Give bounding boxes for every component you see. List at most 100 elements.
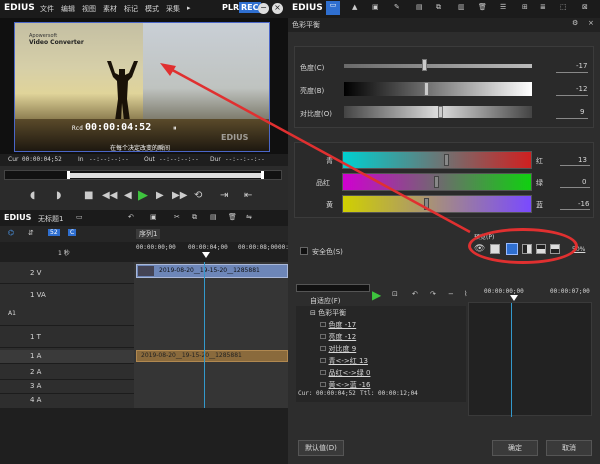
dialog-close-icon[interactable]: × [588,19,594,27]
close-icon[interactable]: × [272,3,283,14]
set-out-icon[interactable]: ◗ [56,190,61,201]
fx-icon[interactable]: ✎ [394,3,400,11]
settings-icon[interactable]: ⚙ [572,19,578,27]
kf-playhead-marker[interactable] [510,295,518,301]
kf-tree-contrast[interactable]: ☐ 对比度 9 [320,344,356,354]
kf-graph-icon[interactable]: ⌇ [464,290,467,298]
kf-tree-root[interactable]: ⊟ 色彩平衡 [310,308,346,318]
brightness-track[interactable] [344,82,532,96]
stop-icon[interactable]: ■ [84,190,93,201]
scrub-handle-left[interactable] [67,171,70,179]
track-2v[interactable]: 2 V [0,264,134,284]
open-folder-icon[interactable]: ▭ [76,213,83,221]
minimize-icon[interactable]: − [258,3,269,14]
delete-icon[interactable]: 🗑 [228,213,237,221]
scale-label[interactable]: 1 秒 [58,248,70,257]
tag-icon[interactable]: ⬚ [560,3,567,11]
ruler-playhead-marker[interactable] [202,252,210,258]
paste-icon[interactable]: ▤ [210,213,217,221]
set-in-icon[interactable]: ◖ [30,190,35,201]
yellow-blue-value[interactable]: -16 [578,200,589,208]
safe-color-label[interactable]: 安全色(S) [312,247,343,257]
list-view-icon[interactable]: ≣ [540,3,546,11]
kf-graph-area[interactable] [468,302,592,417]
yellow-blue-track[interactable] [342,195,532,213]
track-1va[interactable]: 1 VA A1 [0,286,134,326]
mode-52-button[interactable]: 52 [48,229,60,236]
menu-marker[interactable]: 标记 [124,4,138,14]
kf-tree-yellow-blue[interactable]: ☐ 黄<->蓝 -16 [320,380,370,390]
menu-more[interactable]: ▸ [187,4,191,14]
kf-play-icon[interactable]: ▶ [372,288,381,302]
paste-bin-icon[interactable]: ▥ [458,3,465,11]
menu-close-icon[interactable]: ⊠ [582,3,588,11]
sequence-tab[interactable]: 序列1 [136,229,161,239]
kf-tree-magenta-green[interactable]: ☐ 品红<->绿 0 [320,368,370,378]
folder-icon[interactable]: ▭ [326,1,340,15]
safe-color-checkbox[interactable] [300,247,308,255]
loop-icon[interactable]: ⟲ [194,190,202,201]
ripple-icon[interactable]: ⇋ [246,213,252,221]
kf-tree-chroma[interactable]: ☐ 色度 -17 [320,320,356,330]
menu-view[interactable]: 视图 [82,4,96,14]
properties-icon[interactable]: ☰ [500,3,506,11]
brightness-value[interactable]: -12 [576,85,587,93]
overwrite-icon[interactable]: ⇤ [244,190,252,201]
cyan-red-track[interactable] [342,151,532,169]
fast-forward-icon[interactable]: ▶▶ [172,190,187,201]
step-forward-icon[interactable]: ▶ [156,190,164,201]
default-button[interactable]: 默认值(D) [298,440,344,456]
brightness-thumb[interactable] [424,82,429,96]
track-1t[interactable]: 1 T [0,328,134,348]
keyframe-scroll[interactable] [296,284,370,292]
video-clip[interactable]: 2019-08-20__19-15-20__1285881 [136,264,288,278]
rewind-icon[interactable]: ◀◀ [102,190,117,201]
kf-loop-icon[interactable]: ⊡ [392,290,398,298]
yellow-blue-thumb[interactable] [424,198,429,210]
play-icon[interactable]: ▶ [138,188,148,203]
menu-file[interactable]: 文件 [40,4,54,14]
menu-clip[interactable]: 素材 [103,4,117,14]
cyan-red-value[interactable]: 13 [578,156,587,164]
kf-minus-icon[interactable]: − [448,290,454,298]
undo-icon[interactable]: ↶ [128,213,134,221]
step-back-icon[interactable]: ◀ [124,190,132,201]
plr-label[interactable]: PLR [222,3,239,12]
scrub-handle-right[interactable] [261,171,264,179]
magenta-green-value[interactable]: 0 [582,178,586,186]
contrast-thumb[interactable] [438,106,443,118]
cyan-red-thumb[interactable] [444,154,449,166]
track-2a[interactable]: 2 A [0,366,134,380]
menu-mode[interactable]: 模式 [145,4,159,14]
chroma-track[interactable] [344,64,532,68]
save-bin-icon[interactable]: ▤ [416,3,423,11]
timeline-playhead[interactable] [204,262,205,408]
track-3a[interactable]: 3 A [0,380,134,394]
copy-icon[interactable]: ⧉ [192,213,197,222]
kf-redo-icon[interactable]: ↷ [430,290,436,298]
menu-capture[interactable]: 采集 [166,4,180,14]
mode-c-button[interactable]: C [68,229,77,236]
track-1a[interactable]: 1 A [0,350,134,364]
image-icon[interactable]: ▣ [372,3,379,11]
snap-icon[interactable]: ⌬ [8,229,14,237]
grid-view-icon[interactable]: ⊞ [522,3,528,11]
cut-icon[interactable]: ✂ [174,213,180,221]
menu-edit[interactable]: 编辑 [61,4,75,14]
kf-tree-brightness[interactable]: ☐ 亮度 -12 [320,332,356,342]
pause-icon[interactable]: ⏸ [173,124,177,133]
magenta-green-thumb[interactable] [434,176,439,188]
trash-icon[interactable]: 🗑 [478,3,487,11]
ok-button[interactable]: 确定 [492,440,538,456]
insert-icon[interactable]: ⇥ [220,190,228,201]
kf-tree-cyan-red[interactable]: ☐ 青<->红 13 [320,356,368,366]
audio-clip[interactable]: 2019-08-20__19-15-20__1285881 [136,350,288,362]
triangle-icon[interactable]: ▲ [352,3,357,11]
sync-icon[interactable]: ⇵ [28,229,34,237]
chroma-value[interactable]: -17 [576,62,587,70]
scrub-bar[interactable] [4,170,282,180]
track-4a[interactable]: 4 A [0,394,134,408]
contrast-value[interactable]: 9 [580,108,584,116]
cancel-button[interactable]: 取消 [546,440,592,456]
auto-adapt-button[interactable]: 自适应(F) [310,296,341,306]
